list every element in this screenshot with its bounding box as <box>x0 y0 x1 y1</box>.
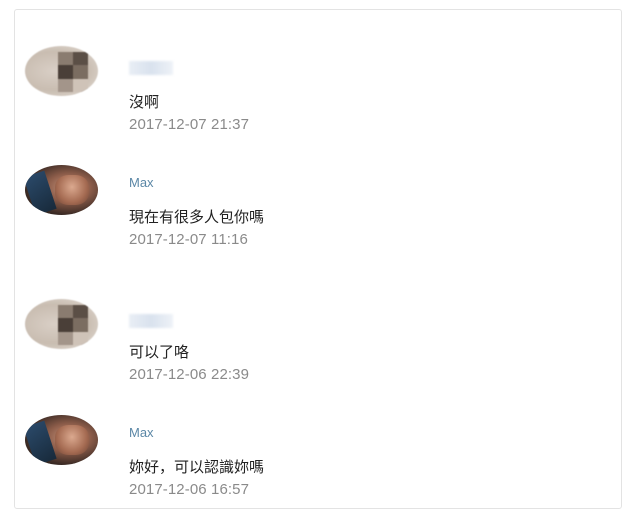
sender-name-redacted <box>129 314 173 328</box>
message-timestamp: 2017-12-06 16:57 <box>129 481 250 498</box>
message-timestamp: 2017-12-07 11:16 <box>129 231 248 248</box>
message-item: 可以了咯 2017-12-06 22:39 <box>15 299 621 409</box>
message-text: 可以了咯 <box>129 343 190 361</box>
avatar[interactable] <box>25 415 98 465</box>
avatar[interactable] <box>25 299 98 349</box>
message-item: Max 現在有很多人包你嗎 2017-12-07 11:16 <box>15 165 621 275</box>
message-text: 妳好，可以認識妳嗎 <box>129 458 265 476</box>
avatar-photo-detail <box>55 425 89 455</box>
message-text: 沒啊 <box>129 93 160 111</box>
pixelated-face <box>58 52 88 92</box>
sender-name[interactable]: Max <box>129 175 154 190</box>
sender-name-redacted <box>129 61 173 75</box>
avatar[interactable] <box>25 165 98 215</box>
avatar-photo-detail <box>25 420 57 465</box>
message-timestamp: 2017-12-06 22:39 <box>129 366 250 383</box>
sender-name[interactable]: Max <box>129 425 154 440</box>
message-item: Max 妳好，可以認識妳嗎 2017-12-06 16:57 <box>15 415 621 525</box>
message-list-card: 沒啊 2017-12-07 21:37 Max 現在有很多人包你嗎 2017-1… <box>14 9 622 509</box>
avatar[interactable] <box>25 46 98 96</box>
message-item: 沒啊 2017-12-07 21:37 <box>15 46 621 156</box>
message-timestamp: 2017-12-07 21:37 <box>129 116 250 133</box>
avatar-photo-detail <box>55 175 89 205</box>
message-text: 現在有很多人包你嗎 <box>129 208 265 226</box>
avatar-photo-detail <box>25 170 57 215</box>
pixelated-face <box>58 305 88 345</box>
